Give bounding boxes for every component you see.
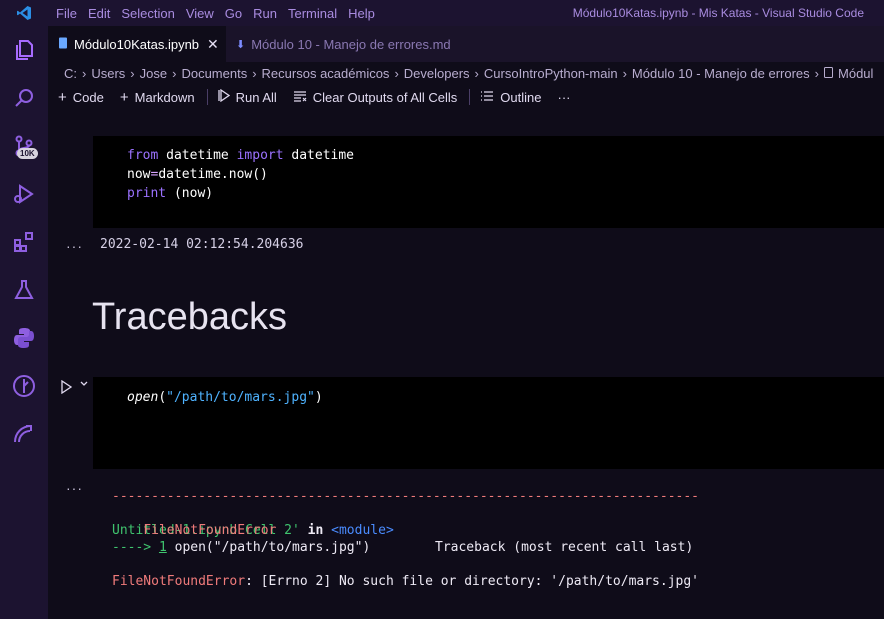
- title-bar: File Edit Selection View Go Run Terminal…: [0, 0, 884, 26]
- code-line: open("/path/to/mars.jpg"): [127, 390, 323, 405]
- play-icon: [217, 88, 230, 106]
- chevron-right-icon: ›: [814, 65, 820, 81]
- chevron-right-icon: ›: [252, 65, 257, 81]
- traceback-blank: [112, 556, 699, 573]
- breadcrumb-item[interactable]: Recursos académicos: [262, 66, 390, 81]
- notebook-toolbar: + Code + Markdown Run All Clear Outputs …: [48, 84, 884, 110]
- run-all-button[interactable]: Run All: [217, 88, 277, 106]
- menu-selection[interactable]: Selection: [121, 6, 174, 21]
- breadcrumb-item[interactable]: Users: [91, 66, 125, 81]
- traceback-error-message: FileNotFoundError: [Errno 2] No such fil…: [112, 574, 700, 589]
- tab-notebook[interactable]: Módulo10Katas.ipynb ✕: [48, 26, 226, 62]
- breadcrumb-item[interactable]: Documents: [181, 66, 247, 81]
- traceback-output: ----------------------------------------…: [112, 488, 699, 590]
- code-line: from datetime import datetime: [127, 148, 355, 163]
- run-all-label: Run All: [235, 89, 277, 105]
- output-more-button[interactable]: ···: [66, 238, 83, 254]
- run-debug-icon[interactable]: [10, 180, 38, 208]
- breadcrumb-item[interactable]: CursoIntroPython-main: [484, 66, 618, 81]
- chevron-right-icon: ›: [172, 65, 177, 81]
- code-cell-2[interactable]: open("/path/to/mars.jpg"): [93, 377, 884, 469]
- close-icon[interactable]: ✕: [207, 36, 219, 53]
- explorer-icon[interactable]: [10, 36, 38, 64]
- clear-all-icon: [293, 89, 307, 106]
- run-cell-icon[interactable]: [60, 379, 73, 397]
- notebook-icon: [824, 66, 834, 81]
- plus-icon: +: [119, 88, 129, 106]
- markdown-icon: ⬇: [236, 38, 246, 51]
- markdown-heading: Tracebacks: [92, 296, 287, 338]
- chevron-down-icon[interactable]: [79, 379, 89, 392]
- toolbar-divider: [469, 89, 471, 105]
- tab-label: Módulo10Katas.ipynb: [74, 36, 200, 52]
- extensions-icon[interactable]: [10, 228, 38, 256]
- testing-flask-icon[interactable]: [10, 276, 38, 304]
- menu-help[interactable]: Help: [348, 6, 375, 21]
- menu-terminal[interactable]: Terminal: [288, 6, 337, 21]
- menu-edit[interactable]: Edit: [88, 6, 110, 21]
- vscode-logo-icon: [0, 0, 48, 26]
- outline-label: Outline: [500, 89, 542, 105]
- outline-button[interactable]: Outline: [480, 89, 542, 106]
- chevron-right-icon: ›: [394, 65, 399, 81]
- more-actions-button[interactable]: ···: [558, 90, 571, 105]
- notebook-icon: [58, 37, 68, 52]
- add-code-button[interactable]: + Code: [58, 89, 104, 106]
- clear-outputs-label: Clear Outputs of All Cells: [312, 89, 458, 105]
- code-cell-1[interactable]: from datetime import datetime now=dateti…: [93, 136, 884, 228]
- toolbar-divider: [206, 89, 208, 105]
- plus-icon: +: [58, 88, 67, 106]
- menu-run[interactable]: Run: [253, 6, 277, 21]
- source-control-badge: 10K: [17, 148, 38, 159]
- list-icon: [480, 89, 494, 106]
- cell-1-output: 2022-02-14 02:12:54.204636: [100, 237, 304, 252]
- output-more-button[interactable]: ···: [66, 480, 83, 496]
- chevron-right-icon: ›: [82, 65, 87, 81]
- menu-file[interactable]: File: [56, 6, 77, 21]
- menu-view[interactable]: View: [186, 6, 214, 21]
- breadcrumb-item[interactable]: Developers: [404, 66, 470, 81]
- activity-bar: 10K: [0, 26, 48, 619]
- breadcrumb: C: › Users › Jose › Documents › Recursos aca…: [48, 62, 884, 84]
- breadcrumb-item[interactable]: C:: [64, 66, 77, 81]
- tab-label: Módulo 10 - Manejo de errores.md: [251, 36, 451, 52]
- add-markdown-button[interactable]: + Markdown: [120, 89, 195, 106]
- traceback-separator: ----------------------------------------…: [112, 489, 699, 504]
- search-icon[interactable]: [10, 84, 38, 112]
- remote-explorer-icon[interactable]: [10, 420, 38, 448]
- menu-bar: File Edit Selection View Go Run Terminal…: [48, 6, 378, 21]
- code-line: now=datetime.now(): [127, 167, 268, 182]
- window-title: Módulo10Katas.ipynb - Mis Katas - Visual…: [572, 6, 864, 20]
- breadcrumb-item[interactable]: Módulo 10 - Manejo de errores: [632, 66, 810, 81]
- breadcrumb-item[interactable]: Jose: [140, 66, 167, 81]
- chevron-right-icon: ›: [474, 65, 479, 81]
- traceback-header: FileNotFoundError Traceback (most recent…: [143, 523, 694, 555]
- breadcrumb-item[interactable]: Módul: [838, 66, 873, 81]
- add-markdown-label: Markdown: [134, 89, 195, 105]
- add-code-label: Code: [72, 89, 104, 105]
- editor-tabs: Módulo10Katas.ipynb ✕ ⬇ Módulo 10 - Mane…: [48, 26, 884, 62]
- python-icon[interactable]: [10, 324, 38, 352]
- git-graph-icon[interactable]: [10, 372, 38, 400]
- clear-outputs-button[interactable]: Clear Outputs of All Cells: [293, 89, 458, 106]
- tab-markdown[interactable]: ⬇ Módulo 10 - Manejo de errores.md: [226, 26, 461, 62]
- chevron-right-icon: ›: [622, 65, 627, 81]
- chevron-right-icon: ›: [130, 65, 135, 81]
- menu-go[interactable]: Go: [225, 6, 242, 21]
- code-line: print (now): [127, 186, 214, 201]
